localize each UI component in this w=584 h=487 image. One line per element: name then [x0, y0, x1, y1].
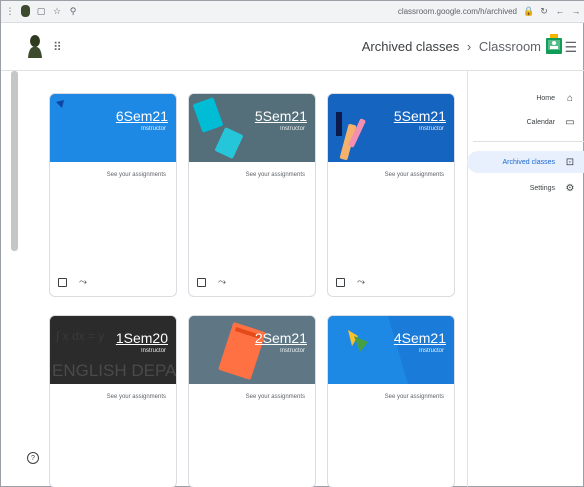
trending-icon[interactable]: ⤳ — [355, 276, 367, 288]
folder-icon[interactable] — [197, 277, 206, 287]
svg-text:ENGLISH DEPART: ENGLISH DEPART — [52, 361, 177, 380]
sidebar-nav: Home ⌂ Calendar ▭ Archived classes ⊡ Set… — [467, 73, 584, 487]
apps-grid-icon[interactable]: ⠿ — [53, 40, 62, 54]
card-actions: ⤳ — [197, 276, 228, 288]
breadcrumb-brand[interactable]: Classroom — [479, 39, 541, 54]
archive-icon: ⊡ — [565, 156, 575, 168]
sidebar-item-home[interactable]: Home ⌂ — [467, 87, 584, 109]
class-title[interactable]: 4Sem21 — [394, 330, 446, 346]
extensions-icon[interactable]: ⚲ — [68, 5, 78, 17]
card-body: See your assignments — [328, 384, 454, 487]
sidebar-item-calendar[interactable]: Calendar ▭ — [467, 111, 584, 133]
menu-dots-icon[interactable]: ⋮ — [5, 5, 15, 17]
forward-icon[interactable]: → — [571, 5, 581, 17]
sidebar-item-label: Settings — [529, 184, 555, 192]
card-header[interactable]: 5Sem21 Instructor — [328, 94, 454, 162]
card-body: See your assignments — [50, 384, 176, 487]
classroom-logo[interactable] — [545, 34, 563, 56]
folder-icon[interactable] — [58, 277, 67, 287]
folder-icon[interactable] — [336, 277, 345, 287]
trending-icon[interactable]: ⤳ — [216, 276, 228, 288]
hamburger-icon[interactable]: ☰ — [564, 39, 577, 56]
sidebar-item-settings[interactable]: Settings ⚙ — [467, 177, 584, 199]
class-title[interactable]: 5Sem21 — [394, 108, 446, 124]
class-subtitle: Instructor — [418, 126, 444, 132]
assignments-link[interactable]: See your assignments — [107, 394, 166, 400]
class-card[interactable]: ENGLISH DEPART ∫ x dx = y 1Sem20 Instruc… — [49, 315, 177, 487]
assignments-link[interactable]: See your assignments — [246, 172, 305, 178]
class-subtitle: Instructor — [279, 348, 305, 354]
class-title[interactable]: 1Sem20 — [116, 330, 168, 346]
sidebar-item-label: Archived classes — [502, 158, 555, 166]
card-actions: ⤳ — [336, 276, 367, 288]
assignments-link[interactable]: See your assignments — [107, 172, 166, 178]
assignments-link[interactable]: See your assignments — [385, 172, 444, 178]
card-header[interactable]: 5Sem21 Instructor — [189, 94, 315, 162]
svg-text:∫ x dx = y: ∫ x dx = y — [55, 329, 104, 343]
class-card[interactable]: 5Sem21 Instructor See your assignments ⤳ — [188, 93, 316, 297]
class-card[interactable]: 2Sem21 Instructor See your assignments — [188, 315, 316, 487]
sidebar-divider — [473, 141, 584, 142]
card-header[interactable]: 4Sem21 Instructor — [328, 316, 454, 384]
class-subtitle: Instructor — [279, 126, 305, 132]
window-icon[interactable]: ▢ — [36, 5, 46, 17]
calendar-icon: ▭ — [565, 116, 575, 128]
sidebar-item-label: Calendar — [526, 118, 555, 126]
class-card[interactable]: 4Sem21 Instructor See your assignments — [327, 315, 455, 487]
card-body: See your assignments ⤳ — [50, 162, 176, 296]
lock-icon: 🔒 — [523, 6, 535, 16]
trending-icon[interactable]: ⤳ — [77, 276, 89, 288]
app-window: ⋮ ▢ ☆ ⚲ classroom.google.com/h/archived … — [0, 0, 584, 487]
card-header[interactable]: ENGLISH DEPART ∫ x dx = y 1Sem20 Instruc… — [50, 316, 176, 384]
card-header[interactable]: 2Sem21 Instructor — [189, 316, 315, 384]
profile-avatar-icon[interactable] — [21, 5, 30, 17]
class-title[interactable]: 6Sem21 — [116, 108, 168, 124]
card-body: See your assignments — [189, 384, 315, 487]
card-body: See your assignments ⤳ — [189, 162, 315, 296]
breadcrumb-separator: › — [466, 39, 472, 54]
user-avatar[interactable] — [27, 34, 43, 58]
help-icon[interactable]: ? — [27, 452, 39, 464]
settings-icon: ⚙ — [565, 182, 575, 194]
browser-toolbar: ⋮ ▢ ☆ ⚲ classroom.google.com/h/archived … — [1, 1, 584, 23]
app-header: ☰ Archived classes › Classroom ⠿ — [1, 23, 584, 71]
class-card[interactable]: 6Sem21 Instructor See your assignments ⤳ — [49, 93, 177, 297]
home-icon: ⌂ — [566, 92, 574, 104]
assignments-link[interactable]: See your assignments — [246, 394, 305, 400]
address-bar[interactable]: classroom.google.com/h/archived — [398, 7, 517, 16]
back-icon[interactable]: ← — [555, 5, 565, 17]
class-subtitle: Instructor — [418, 348, 444, 354]
breadcrumb: Archived classes › Classroom — [362, 39, 541, 54]
scrollbar[interactable] — [11, 71, 18, 251]
card-body: See your assignments ⤳ — [328, 162, 454, 296]
reload-icon[interactable]: ↻ — [539, 5, 549, 17]
sidebar-item-label: Home — [536, 94, 555, 102]
assignments-link[interactable]: See your assignments — [385, 394, 444, 400]
class-card[interactable]: 5Sem21 Instructor See your assignments ⤳ — [327, 93, 455, 297]
class-subtitle: Instructor — [140, 126, 166, 132]
breadcrumb-current[interactable]: Archived classes — [362, 39, 460, 54]
card-actions: ⤳ — [58, 276, 89, 288]
sidebar-item-archived-classes[interactable]: Archived classes ⊡ — [467, 151, 584, 173]
class-title[interactable]: 5Sem21 — [255, 108, 307, 124]
class-subtitle: Instructor — [140, 348, 166, 354]
class-title[interactable]: 2Sem21 — [255, 330, 307, 346]
star-icon[interactable]: ☆ — [52, 5, 62, 17]
card-header[interactable]: 6Sem21 Instructor — [50, 94, 176, 162]
